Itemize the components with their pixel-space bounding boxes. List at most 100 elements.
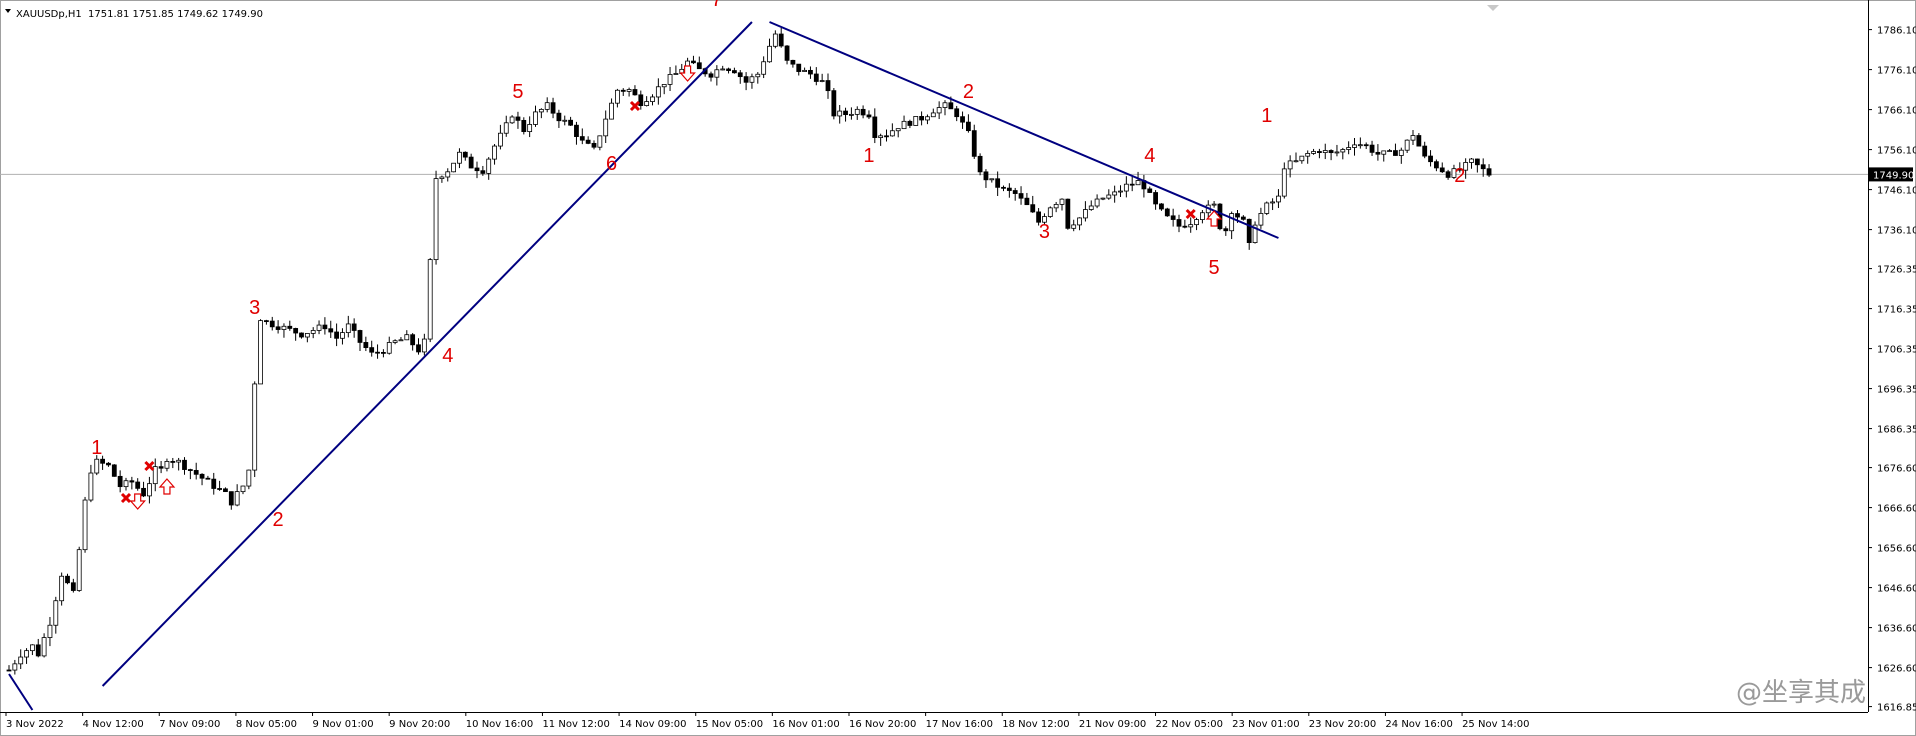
- candle: [217, 480, 223, 491]
- candle-body-bear: [1486, 168, 1492, 176]
- candle: [1317, 148, 1322, 159]
- candle: [650, 94, 655, 106]
- candle-body-bear: [263, 320, 269, 323]
- candle-body-bull: [1352, 144, 1357, 148]
- candle-body-bull: [1404, 139, 1410, 151]
- candle-body-bear: [515, 116, 521, 121]
- candle-body-bear: [1129, 183, 1135, 186]
- candle-body-bear: [550, 102, 556, 114]
- trendlines-layer[interactable]: [8, 21, 1279, 711]
- candle: [187, 468, 193, 480]
- candle-body-bear: [1363, 144, 1369, 147]
- candle-body-bear: [977, 155, 983, 173]
- close-signal-cross-icon: [1185, 208, 1196, 220]
- candle-body-bear: [1159, 203, 1164, 210]
- candle: [1357, 137, 1363, 149]
- candle: [70, 578, 76, 593]
- candle: [626, 87, 632, 97]
- candle: [304, 333, 310, 343]
- candle: [1094, 194, 1100, 209]
- candle-body-bear: [1012, 190, 1018, 194]
- candle-body-bear: [287, 325, 293, 329]
- candle: [778, 27, 784, 48]
- candle: [129, 476, 135, 490]
- candle-body-bear: [632, 89, 638, 96]
- candle-body-bull: [720, 68, 726, 71]
- candle: [655, 78, 661, 105]
- y-tick-label: 1766.10: [1877, 106, 1916, 117]
- sell-arrow-icon: [679, 65, 696, 82]
- candle: [1182, 219, 1188, 229]
- candle-body-bull: [562, 119, 568, 122]
- scroll-shift-icon[interactable]: [1487, 5, 1499, 11]
- candle: [1164, 207, 1170, 217]
- candle-body-bear: [1164, 208, 1170, 217]
- wave-label: 3: [1039, 221, 1050, 243]
- candle: [767, 38, 772, 63]
- candle: [591, 140, 597, 150]
- candle-body-bull: [1293, 160, 1299, 163]
- candle-body-bear: [187, 469, 193, 471]
- candle-body-bear: [129, 480, 135, 483]
- candle: [164, 458, 170, 472]
- price-chart[interactable]: 1 2 3 4 5 6 7 1 2 3 4 5 1 2 1786.10 1776.10 1766.10 1756…: [0, 0, 1916, 736]
- wave-label: 1: [1261, 105, 1272, 127]
- candle: [743, 72, 749, 91]
- candle: [135, 478, 141, 491]
- candle: [1434, 159, 1439, 172]
- candle-body-bear: [199, 473, 205, 479]
- candle-body-bull: [433, 178, 439, 261]
- y-tick-label: 1716.35: [1877, 305, 1916, 316]
- candle-body-bull: [1398, 149, 1404, 156]
- candle: [269, 316, 275, 331]
- candle-body-bull: [451, 162, 457, 173]
- candle-body-bear: [591, 142, 597, 148]
- candle: [1311, 148, 1316, 155]
- candle: [1276, 189, 1281, 209]
- candle-body-bear: [1434, 161, 1439, 169]
- y-tick-label: 1666.60: [1877, 504, 1916, 515]
- candle: [550, 97, 556, 119]
- candle: [1083, 201, 1088, 222]
- candle-body-bull: [913, 116, 919, 126]
- candle-body-bear: [1030, 204, 1036, 213]
- trendline[interactable]: [8, 673, 34, 711]
- trendline[interactable]: [769, 21, 1279, 239]
- candle: [392, 339, 398, 345]
- x-tick-label: 18 Nov 12:00: [1002, 719, 1069, 730]
- candle-body-bear: [568, 119, 573, 126]
- candle: [322, 317, 328, 335]
- candle-body-bear: [1018, 193, 1024, 199]
- candle: [205, 475, 211, 480]
- candle-body-bull: [626, 89, 632, 92]
- candle-body-bear: [357, 330, 363, 343]
- candle-body-bull: [12, 663, 18, 671]
- candle: [661, 83, 667, 95]
- candle-body-bear: [1393, 150, 1398, 156]
- candle: [486, 157, 492, 180]
- wave-label: 5: [512, 81, 523, 103]
- candle: [65, 573, 70, 585]
- candle-body-bull: [1340, 149, 1346, 153]
- price-axis[interactable]: 1786.10 1776.10 1766.10 1756.10 1746.10 1736.…: [1868, 26, 1916, 714]
- candle: [474, 161, 480, 179]
- candle-body-bull: [509, 116, 515, 124]
- trendline[interactable]: [101, 21, 753, 687]
- candle-body-bull: [252, 383, 258, 471]
- candle: [691, 55, 696, 65]
- candle: [632, 85, 638, 96]
- candle-body-bear: [966, 121, 971, 132]
- candle: [193, 462, 199, 480]
- chart-menu-icon[interactable]: [5, 9, 11, 13]
- candle: [749, 73, 755, 89]
- candle: [884, 129, 889, 142]
- candle-body-bear: [743, 76, 749, 83]
- candle-body-bull: [246, 469, 252, 487]
- candle: [784, 45, 790, 65]
- candle: [310, 327, 316, 339]
- time-axis[interactable]: 3 Nov 2022 4 Nov 12:00 7 Nov 09:00 8 Nov 05…: [5, 712, 1529, 730]
- candle-body-bear: [462, 151, 468, 158]
- candle: [796, 63, 802, 76]
- candle-body-bull: [41, 637, 47, 657]
- candle-body-bull: [1053, 203, 1059, 209]
